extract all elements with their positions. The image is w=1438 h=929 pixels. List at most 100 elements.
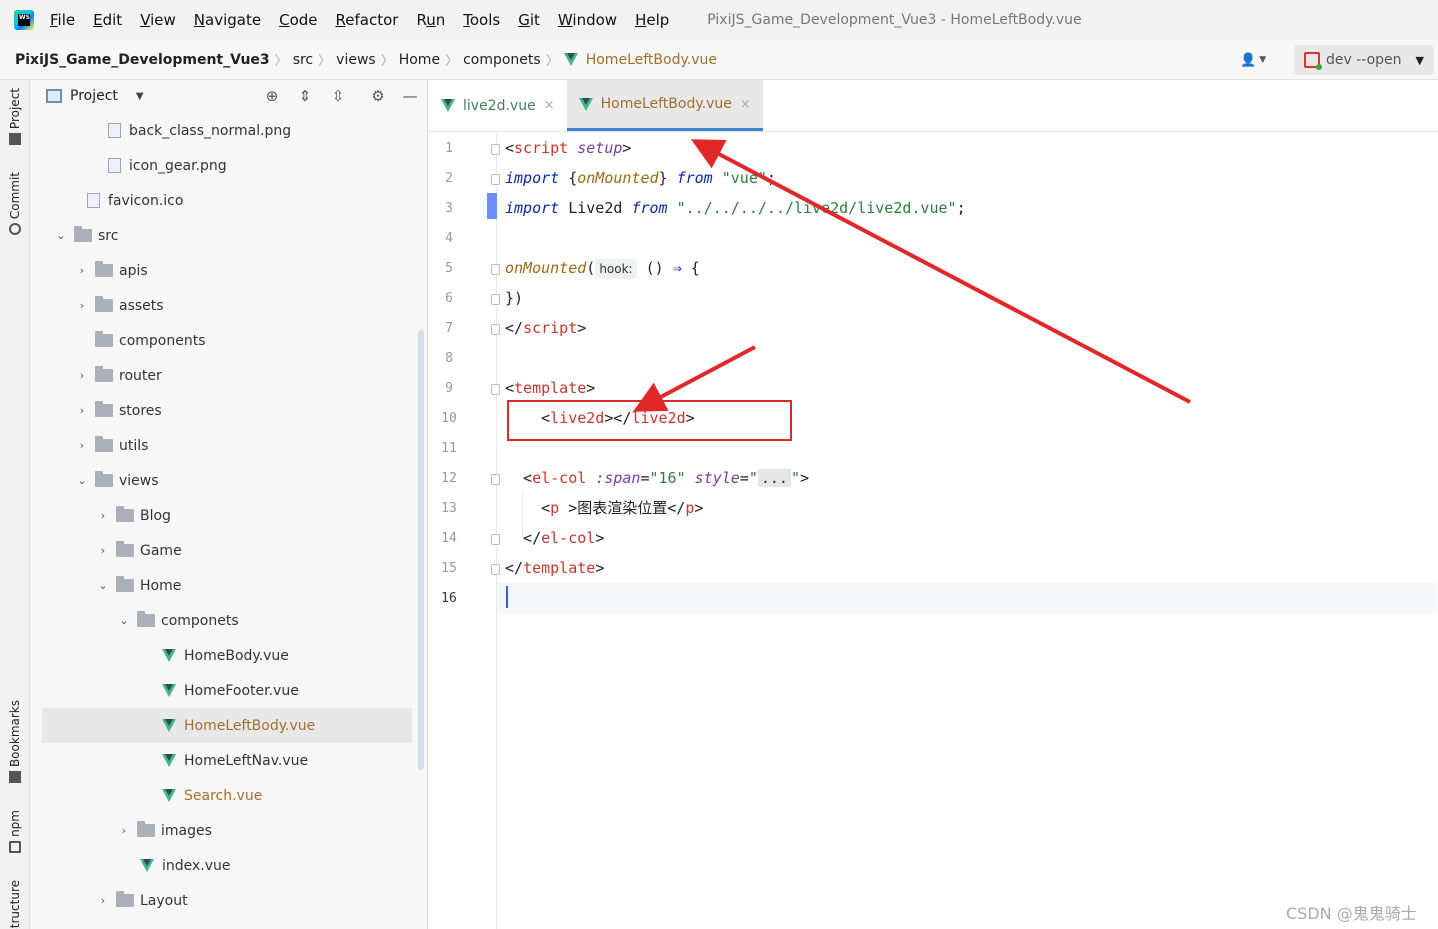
structure-tool-button[interactable]: Structure: [2, 880, 28, 929]
line-number-gutter[interactable]: 1 2 3 4 5 6 7 8 9 10 11 12 13 14 15 16: [429, 133, 500, 929]
menu-navigate[interactable]: Navigate: [194, 11, 261, 29]
menu-git[interactable]: Git: [518, 11, 540, 29]
fold-marker-icon[interactable]: [491, 264, 500, 275]
chevron-down-icon[interactable]: ⌄: [75, 474, 89, 487]
tree-item-src[interactable]: ⌄ src: [42, 218, 412, 253]
breadcrumb-views[interactable]: views: [336, 52, 376, 68]
menu-file[interactable]: File: [50, 11, 75, 29]
menu-help[interactable]: Help: [635, 11, 669, 29]
chevron-down-icon: ▼: [1415, 53, 1425, 67]
code-line-12: <el-col :span="16" style="... ">: [505, 469, 810, 487]
code-line-6: }): [505, 289, 524, 307]
chevron-right-icon[interactable]: ›: [117, 824, 131, 837]
tab-live2d-vue[interactable]: live2d.vue ×: [429, 80, 567, 131]
commit-tool-button[interactable]: Commit: [2, 172, 28, 236]
hide-panel-icon[interactable]: —: [400, 86, 420, 106]
chevron-right-icon[interactable]: ›: [96, 509, 110, 522]
chevron-right-icon[interactable]: ›: [96, 894, 110, 907]
folder-icon: [74, 226, 92, 242]
tree-scrollbar[interactable]: [418, 330, 424, 770]
code-line-16-current: [497, 583, 1437, 613]
tree-item-apis[interactable]: › apis: [42, 253, 412, 288]
line-number: 9: [445, 381, 453, 396]
tree-item-views[interactable]: ⌄ views: [42, 463, 412, 498]
chevron-right-icon[interactable]: ›: [75, 369, 89, 382]
fold-marker-icon[interactable]: [491, 474, 500, 485]
tool-window-strip: Project Commit Bookmarks npm Structure: [0, 80, 30, 929]
chevron-down-icon[interactable]: ⌄: [54, 229, 68, 242]
collapse-all-icon[interactable]: ⇳: [328, 86, 348, 106]
tree-item-router[interactable]: › router: [42, 358, 412, 393]
tree-item-assets[interactable]: › assets: [42, 288, 412, 323]
tree-item-icon-gear-png[interactable]: icon_gear.png: [42, 148, 412, 183]
tree-item-components[interactable]: components: [42, 323, 412, 358]
breadcrumb-home[interactable]: Home: [399, 52, 440, 68]
vcs-change-marker[interactable]: [487, 193, 497, 219]
npm-tool-button[interactable]: npm: [2, 810, 28, 853]
menu-run[interactable]: Run: [416, 11, 445, 29]
panel-title[interactable]: Project: [70, 88, 118, 104]
tree-item-back-class-normal-png[interactable]: back_class_normal.png: [42, 113, 412, 148]
breadcrumb-project[interactable]: PixiJS_Game_Development_Vue3: [15, 52, 270, 68]
chevron-down-icon[interactable]: ⌄: [96, 579, 110, 592]
fold-marker-icon[interactable]: [491, 174, 500, 185]
tab-homeleftbody-vue[interactable]: HomeLeftBody.vue ×: [566, 80, 763, 131]
fold-marker-icon[interactable]: [491, 384, 500, 395]
tree-item-images[interactable]: › images: [42, 813, 412, 848]
tree-item-layout[interactable]: › Layout: [42, 883, 412, 918]
fold-marker-icon[interactable]: [491, 534, 500, 545]
chevron-down-icon[interactable]: ⌄: [117, 614, 131, 627]
chevron-right-icon[interactable]: ›: [96, 544, 110, 557]
folder-icon: [116, 576, 134, 592]
locate-file-icon[interactable]: ⊕: [262, 86, 282, 106]
breadcrumb-file[interactable]: HomeLeftBody.vue: [586, 52, 717, 68]
expand-all-icon[interactable]: ⇕: [295, 86, 315, 106]
close-icon[interactable]: ×: [544, 98, 555, 113]
chevron-down-icon[interactable]: ▼: [136, 91, 144, 102]
tree-item-favicon-ico[interactable]: favicon.ico: [42, 183, 412, 218]
parameter-hint: hook:: [595, 258, 637, 279]
gear-icon[interactable]: ⚙: [368, 86, 388, 106]
fold-marker-icon[interactable]: [491, 564, 500, 575]
project-tool-button[interactable]: Project: [2, 88, 28, 146]
breadcrumb-src[interactable]: src: [293, 52, 313, 68]
menu-refactor[interactable]: Refactor: [336, 11, 399, 29]
folded-region[interactable]: ...: [757, 469, 791, 487]
code-line-14: </el-col>: [505, 529, 605, 547]
project-panel-header: Project ▼ ⊕ ⇕ ⇳ ⚙ —: [30, 80, 427, 112]
tree-item-componets[interactable]: ⌄ componets: [42, 603, 412, 638]
tree-item-homeleftbody-vue[interactable]: HomeLeftBody.vue: [42, 708, 412, 743]
menu-window[interactable]: Window: [558, 11, 617, 29]
close-icon[interactable]: ×: [740, 97, 751, 112]
code-editor[interactable]: <script setup> import {onMounted} from "…: [497, 133, 1437, 929]
fold-marker-icon[interactable]: [491, 294, 500, 305]
menu-view[interactable]: View: [140, 11, 176, 29]
fold-marker-icon[interactable]: [491, 144, 500, 155]
tree-item-homeleftnav-vue[interactable]: HomeLeftNav.vue: [42, 743, 412, 778]
tree-item-game[interactable]: › Game: [42, 533, 412, 568]
chevron-right-icon[interactable]: ›: [75, 299, 89, 312]
line-number: 7: [445, 321, 453, 336]
bookmarks-tool-button[interactable]: Bookmarks: [2, 700, 28, 784]
chevron-right-icon[interactable]: ›: [75, 439, 89, 452]
tree-item-stores[interactable]: › stores: [42, 393, 412, 428]
tree-item-index-vue[interactable]: index.vue: [42, 848, 412, 883]
tree-item-utils[interactable]: › utils: [42, 428, 412, 463]
chevron-right-icon[interactable]: ›: [75, 264, 89, 277]
line-number: 13: [441, 501, 457, 516]
user-menu-button[interactable]: 👤 ▼: [1240, 50, 1276, 70]
chevron-right-icon[interactable]: ›: [75, 404, 89, 417]
breadcrumb-componets[interactable]: componets: [463, 52, 541, 68]
tree-item-homefooter-vue[interactable]: HomeFooter.vue: [42, 673, 412, 708]
fold-marker-icon[interactable]: [491, 324, 500, 335]
webstorm-logo-icon[interactable]: WS: [14, 10, 34, 30]
tree-item-blog[interactable]: › Blog: [42, 498, 412, 533]
tree-item-search-vue[interactable]: Search.vue: [42, 778, 412, 813]
menu-code[interactable]: Code: [279, 11, 317, 29]
folder-icon: [137, 821, 155, 837]
tree-item-home[interactable]: ⌄ Home: [42, 568, 412, 603]
run-configuration-selector[interactable]: dev --open ▼: [1294, 45, 1434, 75]
menu-edit[interactable]: Edit: [93, 11, 122, 29]
tree-item-homebody-vue[interactable]: HomeBody.vue: [42, 638, 412, 673]
menu-tools[interactable]: Tools: [463, 11, 500, 29]
